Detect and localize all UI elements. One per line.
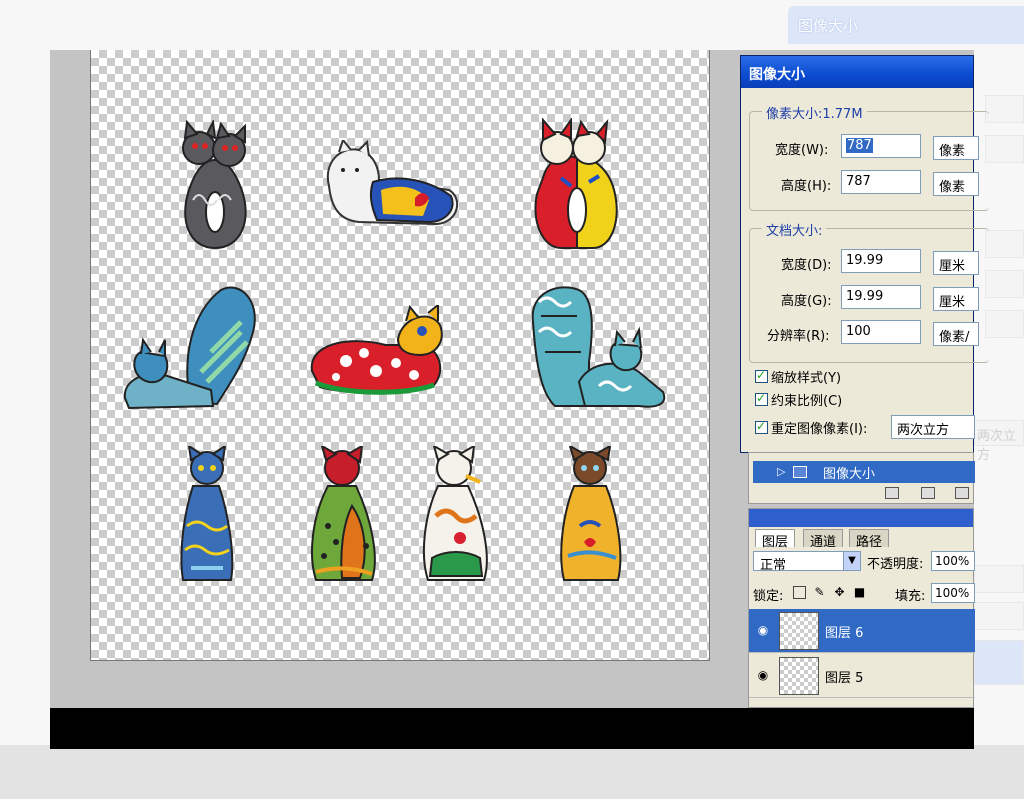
document-size-title: 文档大小:: [762, 220, 827, 239]
ghost-field: [974, 602, 1024, 630]
doc-width-unit-select[interactable]: 厘米: [933, 251, 979, 275]
lock-brush-icon[interactable]: ✎: [813, 586, 826, 599]
chevron-down-icon: ▼: [843, 552, 860, 570]
ghost-field: [974, 565, 1024, 593]
pixel-width-unit-select[interactable]: 像素: [933, 136, 979, 160]
resample-checkbox[interactable]: 重定图像像素(I):: [755, 418, 867, 437]
resample-label: 重定图像像素(I):: [771, 422, 868, 437]
constrain-proportions-checkbox[interactable]: 约束比例(C): [755, 390, 842, 409]
pixel-height-input[interactable]: 787: [841, 170, 921, 194]
layer-name: 图层 6: [825, 626, 864, 641]
doc-width-label: 宽度(D):: [781, 258, 832, 273]
pixel-width-label: 宽度(W):: [775, 143, 829, 158]
layers-tab-strip: 图层 通道 路径: [749, 527, 975, 550]
ghost-field: [985, 95, 1024, 123]
ghost-field: [985, 230, 1024, 258]
history-panel: ▷ 图像大小: [748, 452, 975, 504]
pixel-height-unit-select[interactable]: 像素: [933, 172, 979, 196]
eye-icon[interactable]: ◉: [755, 668, 771, 682]
history-state-arrow-icon: ▷: [777, 465, 786, 478]
lock-label: 锁定:: [753, 589, 784, 604]
scale-styles-checkbox[interactable]: 缩放样式(Y): [755, 367, 841, 386]
doc-height-input[interactable]: 19.99: [841, 285, 921, 309]
background-dialog-title-text: 图像大小: [798, 17, 859, 35]
teal-stretching-cat-figurine: [529, 282, 669, 410]
layer-name: 图层 5: [825, 671, 864, 686]
tab-layers[interactable]: 图层: [755, 529, 796, 550]
layer-row[interactable]: ◉ 图层 6: [749, 609, 975, 653]
status-bar: [50, 708, 974, 749]
checkbox-checked-icon: [755, 368, 768, 383]
doc-height-label: 高度(G):: [781, 294, 832, 309]
history-item-image-size[interactable]: ▷ 图像大小: [753, 461, 975, 483]
opacity-label: 不透明度:: [867, 557, 924, 572]
fill-input[interactable]: 100%: [931, 583, 975, 603]
blend-mode-select[interactable]: 正常 ▼: [753, 551, 861, 573]
lock-move-icon[interactable]: ✥: [833, 586, 846, 599]
pixel-dimensions-title: 像素大小:1.77M: [762, 103, 867, 122]
ghost-layer-row: [974, 640, 1024, 685]
image-canvas[interactable]: [90, 50, 710, 661]
layers-panel: 图层 通道 路径 正常 ▼ 不透明度: 100% 锁定: ✎ ✥ ■ 填充: 1…: [748, 508, 975, 708]
red-lying-cat-figurine: [306, 305, 448, 397]
gray-cat-pair-figurine: [169, 120, 261, 252]
ghost-field: [985, 135, 1024, 163]
doc-width-input[interactable]: 19.99: [841, 249, 921, 273]
ghost-resample: 两次立方: [974, 420, 1024, 463]
lock-all-icon[interactable]: ■: [853, 586, 866, 599]
background-dialog-title: 图像大小: [788, 6, 1024, 44]
green-sitting-cat-figurine: [306, 446, 386, 586]
ghost-field: [985, 310, 1024, 338]
resample-method-select[interactable]: 两次立方: [891, 415, 975, 439]
scale-styles-label: 缩放样式(Y): [771, 371, 842, 386]
doc-height-unit-select[interactable]: 厘米: [933, 287, 979, 311]
history-state-icon: [793, 466, 807, 478]
pixel-width-input[interactable]: 787: [841, 134, 921, 158]
pixel-dimensions-group: 像素大小:1.77M: [749, 103, 989, 211]
history-item-label: 图像大小: [823, 467, 876, 482]
resolution-input[interactable]: 100: [841, 320, 921, 344]
new-snapshot-icon[interactable]: [921, 487, 935, 499]
white-lying-cat-figurine: [319, 140, 464, 230]
image-size-dialog: 图像大小 像素大小:1.77M 宽度(W): 787 像素 高度(H): 787…: [740, 55, 989, 453]
lock-transparency-icon[interactable]: [793, 586, 806, 599]
pixel-width-value: 787: [846, 138, 873, 153]
layer-thumbnail: [779, 657, 819, 695]
dialog-title[interactable]: 图像大小: [741, 56, 973, 88]
resolution-unit-select[interactable]: 像素/: [933, 322, 979, 346]
pixel-height-label: 高度(H):: [781, 179, 832, 194]
checkbox-checked-icon: [755, 419, 768, 434]
new-document-from-state-icon[interactable]: [885, 487, 899, 499]
tab-channels[interactable]: 通道: [803, 529, 844, 550]
ghost-field: [985, 270, 1024, 298]
constrain-proportions-label: 约束比例(C): [771, 394, 843, 409]
layer-thumbnail: [779, 612, 819, 650]
opacity-input[interactable]: 100%: [931, 551, 975, 571]
blue-sitting-cat-figurine: [173, 446, 241, 586]
layers-panel-titlebar: [749, 509, 973, 527]
tab-paths[interactable]: 路径: [849, 529, 890, 550]
eye-icon[interactable]: ◉: [755, 623, 771, 637]
fill-label: 填充:: [895, 589, 926, 604]
checkbox-checked-icon: [755, 391, 768, 406]
red-yellow-cat-pair-figurine: [531, 118, 621, 253]
trash-icon[interactable]: [955, 487, 969, 499]
orange-sitting-cat-figurine: [556, 446, 626, 586]
resolution-label: 分辨率(R):: [767, 329, 830, 344]
layer-row[interactable]: ◉ 图层 5: [749, 654, 975, 698]
blue-stretching-cat-figurine: [121, 282, 261, 412]
white-sitting-cat-figurine: [416, 446, 496, 586]
blend-mode-value: 正常: [760, 558, 787, 573]
